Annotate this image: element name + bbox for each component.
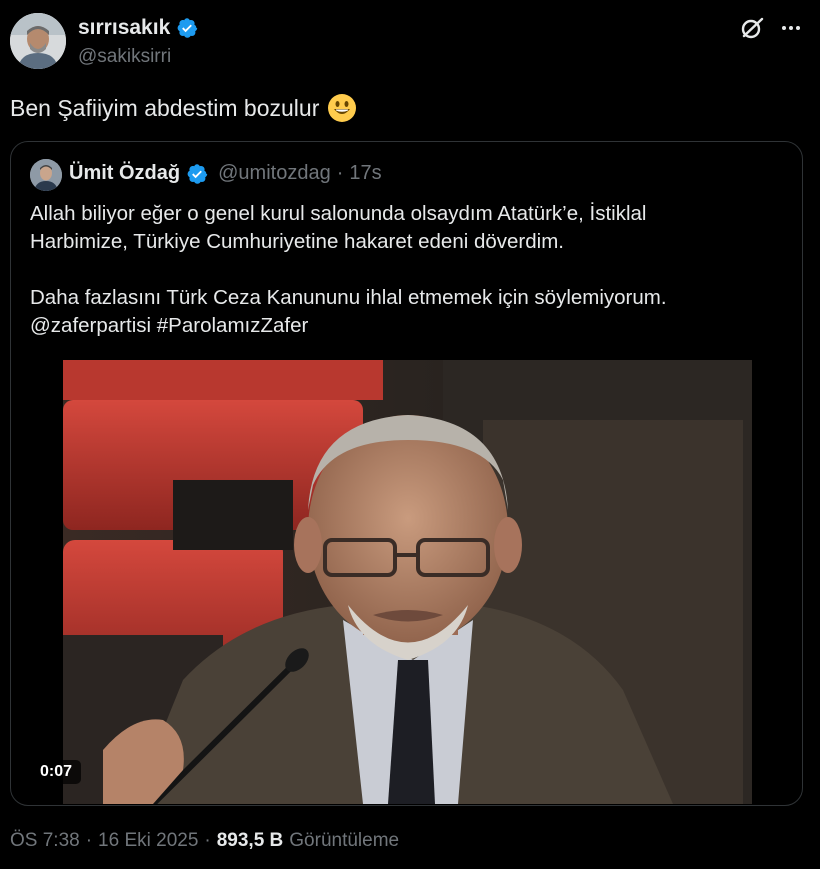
tweet-date[interactable]: 16 Eki 2025 (98, 830, 198, 852)
quoted-author-avatar[interactable] (30, 159, 62, 191)
meta-separator: · (85, 830, 93, 851)
tweet-text-content: Ben Şafiiyim abdestim bozulur (10, 95, 320, 121)
tweet-text: Ben Şafiiyim abdestim bozulur (10, 92, 357, 124)
video-duration-badge: 0:07 (31, 760, 82, 784)
author-display-name[interactable]: sırrısakık (78, 16, 170, 40)
verified-badge-icon (176, 17, 198, 39)
quoted-text: Allah biliyor eğer o genel kurul salonun… (30, 200, 790, 340)
tweet-article: sırrısakık @sakiksirri Ben Şafiiyim abde… (0, 0, 820, 869)
quoted-separator: · (336, 162, 344, 184)
quoted-tweet-card[interactable]: Ümit Özdağ @umitozdag · 17s Allah biliyo… (10, 141, 803, 806)
video-thumbnail (63, 360, 752, 804)
hashtag-link[interactable]: #ParolamızZafer (157, 314, 309, 337)
quoted-verified-badge-icon (186, 163, 208, 185)
meta-separator: · (204, 830, 211, 851)
quoted-text-line: Daha fazlasını Türk Ceza Kanununu ihlal … (30, 286, 667, 309)
author-avatar[interactable] (10, 13, 66, 69)
views-label: Görüntüleme (289, 830, 400, 851)
quoted-text-line: Allah biliyor eğer o genel kurul salonun… (30, 202, 647, 225)
quoted-handle[interactable]: @umitozdag (218, 162, 331, 185)
quoted-display-name[interactable]: Ümit Özdağ (69, 162, 180, 185)
grok-icon[interactable] (738, 14, 766, 42)
views-count: 893,5 B (216, 830, 284, 851)
tweet-meta: ÖS 7:38 · 16 Eki 2025 · 893,5 B Görüntül… (10, 830, 399, 852)
quoted-text-line: Harbimize, Türkiye Cumhuriyetine hakaret… (30, 230, 564, 253)
video-player[interactable] (63, 360, 752, 804)
author-name-row: sırrısakık (78, 16, 198, 40)
smiley-emoji-icon (327, 93, 357, 123)
author-handle[interactable]: @sakiksirri (78, 46, 171, 68)
more-options-icon[interactable] (776, 14, 806, 42)
quoted-text-tags: @zaferpartisi #ParolamızZafer (30, 312, 790, 340)
tweet-time[interactable]: ÖS 7:38 (10, 830, 80, 852)
mention-link[interactable]: @zaferpartisi (30, 314, 151, 337)
quoted-time[interactable]: 17s (349, 162, 381, 185)
quoted-header: Ümit Özdağ @umitozdag · 17s (69, 162, 382, 185)
